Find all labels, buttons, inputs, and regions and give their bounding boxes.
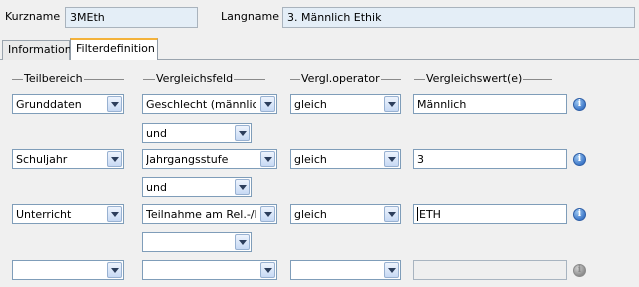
operator-dropdown[interactable]: gleich	[290, 149, 401, 169]
operator-value: gleich	[294, 153, 327, 166]
info-icon[interactable]: i	[573, 98, 586, 111]
vergleichsfeld-value: Teilnahme am Rel.-/Ethikunterricht	[146, 208, 256, 221]
text-cursor	[417, 207, 418, 221]
info-icon[interactable]: i	[573, 153, 586, 166]
tab-information[interactable]: Information	[2, 40, 72, 60]
chevron-down-icon[interactable]	[235, 179, 250, 195]
teilbereich-dropdown[interactable]	[12, 260, 124, 280]
tab-filterdefinition[interactable]: Filterdefinition	[70, 38, 158, 60]
info-icon: i	[573, 264, 586, 277]
vergleichswert-input[interactable]: 3	[413, 149, 567, 169]
chevron-down-icon[interactable]	[235, 125, 250, 141]
connector-dropdown[interactable]: und	[142, 123, 252, 143]
chevron-down-icon[interactable]	[107, 262, 122, 278]
chevron-down-icon[interactable]	[107, 96, 122, 112]
kurzname-label: Kurzname	[5, 10, 61, 23]
operator-value: gleich	[294, 208, 327, 221]
chevron-down-icon[interactable]	[384, 262, 399, 278]
column-header-operator: Vergl.operator	[300, 72, 381, 86]
teilbereich-value: Grunddaten	[16, 98, 82, 111]
connector-value: und	[146, 181, 167, 194]
info-icon[interactable]: i	[573, 208, 586, 221]
chevron-down-icon[interactable]	[235, 234, 250, 250]
chevron-down-icon[interactable]	[107, 206, 122, 222]
column-header-vergleichsfeld: Vergleichsfeld	[155, 72, 235, 86]
vergleichsfeld-value: Geschlecht (männlich/weiblich)	[146, 98, 256, 111]
vergleichswert-input[interactable]	[413, 260, 567, 280]
teilbereich-dropdown[interactable]: Schuljahr	[12, 149, 124, 169]
teilbereich-value: Schuljahr	[16, 153, 68, 166]
operator-dropdown[interactable]	[290, 260, 401, 280]
column-header-teilbereich: Teilbereich	[23, 72, 84, 86]
langname-label: Langname	[221, 10, 280, 23]
chevron-down-icon[interactable]	[260, 262, 275, 278]
vergleichsfeld-dropdown[interactable]: Teilnahme am Rel.-/Ethikunterricht	[142, 204, 277, 224]
teilbereich-dropdown[interactable]: Grunddaten	[12, 94, 124, 114]
vergleichsfeld-value: Jahrgangsstufe	[146, 153, 229, 166]
vergleichswert-input[interactable]: ETH	[413, 204, 567, 224]
chevron-down-icon[interactable]	[384, 151, 399, 167]
vergleichswert-input[interactable]: Männlich	[413, 94, 567, 114]
connector-dropdown[interactable]: und	[142, 177, 252, 197]
operator-dropdown[interactable]: gleich	[290, 204, 401, 224]
connector-value: und	[146, 127, 167, 140]
teilbereich-dropdown[interactable]: Unterricht	[12, 204, 124, 224]
langname-field[interactable]: 3. Männlich Ethik	[282, 7, 635, 28]
chevron-down-icon[interactable]	[260, 96, 275, 112]
column-header-vergleichswert: Vergleichswert(e)	[425, 72, 524, 86]
operator-value: gleich	[294, 98, 327, 111]
operator-dropdown[interactable]: gleich	[290, 94, 401, 114]
chevron-down-icon[interactable]	[384, 206, 399, 222]
chevron-down-icon[interactable]	[260, 151, 275, 167]
vergleichsfeld-dropdown[interactable]: Jahrgangsstufe	[142, 149, 277, 169]
vergleichsfeld-dropdown[interactable]: Geschlecht (männlich/weiblich)	[142, 94, 277, 114]
chevron-down-icon[interactable]	[107, 151, 122, 167]
chevron-down-icon[interactable]	[260, 206, 275, 222]
vergleichsfeld-dropdown[interactable]	[142, 260, 277, 280]
teilbereich-value: Unterricht	[16, 208, 72, 221]
kurzname-field[interactable]: 3MEth	[65, 7, 198, 28]
chevron-down-icon[interactable]	[384, 96, 399, 112]
connector-dropdown[interactable]	[142, 232, 252, 252]
